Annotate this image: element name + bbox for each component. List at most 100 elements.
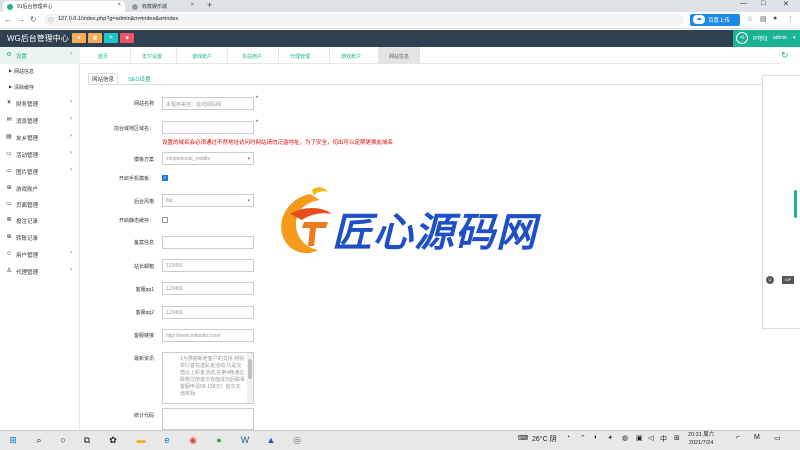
folder-icon[interactable]: ▬ — [134, 433, 148, 447]
static-cache-checkbox[interactable] — [162, 217, 168, 223]
sidebar-item-pages[interactable]: ▭ 页面管理 — [0, 196, 80, 213]
sidebar-item-agents[interactable]: ♙ 代理管理 › — [0, 263, 80, 280]
ime-mode-icon[interactable]: ⊞ — [674, 434, 680, 442]
sidebar-item-settings[interactable]: ⚙ 设置 › — [0, 47, 80, 64]
new-tab-icon[interactable]: + — [207, 0, 212, 10]
keyboard-icon[interactable]: ⌨ — [518, 434, 528, 442]
template-select[interactable]: simpleboots_mobile ▾ — [162, 152, 254, 165]
info-icon: ⓘ — [48, 19, 55, 25]
mobile-template-checkbox[interactable]: ✓ — [162, 175, 168, 181]
sidebar-item-finance[interactable]: ¥ 财务管理 › — [0, 95, 80, 112]
user-icon: ♙ — [6, 268, 12, 274]
tray-app-icon[interactable]: ◐ — [594, 434, 598, 441]
user-menu[interactable]: ⋖ IP地址 admin ▾ — [733, 30, 800, 47]
tab-agents[interactable]: 代理管理 — [290, 53, 310, 60]
refresh-icon[interactable]: ↻ — [781, 50, 789, 61]
style-select[interactable]: flat ▾ — [162, 194, 254, 207]
sidebar-item-label: 代理管理 — [16, 270, 39, 276]
star-button[interactable]: ★ — [72, 33, 86, 43]
volume-icon[interactable]: ◁ — [648, 434, 653, 442]
gamepad-icon: ⊕ — [6, 185, 12, 191]
sidebar-item-label: 活动管理 — [16, 153, 39, 159]
baidu-upload-button[interactable]: ☁ 百度上传 — [690, 14, 740, 26]
tray-chevron-icon[interactable]: ⌃ — [580, 434, 586, 442]
email-input[interactable]: 123456 — [162, 259, 254, 272]
gif-icon[interactable]: GIF — [782, 276, 794, 284]
word-icon[interactable]: W — [238, 433, 252, 447]
browser-menu-icon[interactable]: ⋮ — [787, 15, 794, 23]
profile-icon[interactable]: ● — [773, 15, 777, 22]
subtab-site-info[interactable]: 网站信息 — [92, 75, 114, 83]
tab-game-accounts-2[interactable]: 游戏账户 — [341, 53, 361, 60]
app-icon[interactable]: ▲ — [264, 433, 278, 447]
style-value: flat — [166, 198, 173, 204]
template-label: 模板方案 — [133, 157, 154, 163]
stats-textarea[interactable] — [162, 408, 254, 430]
tray-app-icon[interactable]: ◍ — [622, 434, 628, 442]
sidebar-item-clear-cache[interactable]: ▶ 清除缓存 — [0, 80, 80, 95]
browser-tab-admin[interactable]: 91后台管理中心 × — [3, 1, 125, 12]
sidebar-item-site-info[interactable]: ▶ 网站信息 — [0, 64, 80, 79]
notification-icon[interactable]: ▭ — [774, 434, 781, 442]
textarea-scrollbar[interactable] — [247, 353, 253, 403]
delete-button[interactable]: ■ — [120, 33, 134, 43]
sidebar-item-activities[interactable]: ▭ 活动管理 › — [0, 146, 80, 163]
tab-close-icon[interactable]: × — [190, 2, 194, 8]
app-icon[interactable]: ✿ — [106, 433, 120, 447]
chevron-right-icon: › — [70, 167, 72, 173]
tray-app-icon[interactable]: ◕ — [608, 434, 612, 441]
qq1-input[interactable]: 123456 — [162, 282, 254, 295]
stats-label: 统计代码 — [133, 413, 154, 419]
edge-icon[interactable]: e — [160, 433, 174, 447]
tray-app-icon[interactable]: ⌐ — [736, 434, 740, 441]
minimize-icon[interactable]: — — [740, 0, 747, 7]
tab-home[interactable]: 首页 — [98, 53, 108, 60]
sidebar-item-images[interactable]: ▭ 图片管理 › — [0, 163, 80, 180]
forward-icon[interactable]: → — [17, 15, 25, 24]
network-icon[interactable]: ▣ — [636, 434, 643, 442]
wifi-icon[interactable]: ◔ — [566, 434, 570, 441]
grid-button[interactable]: ▦ — [88, 33, 102, 43]
back-icon[interactable]: ← — [4, 15, 12, 24]
panel-scroll-indicator[interactable] — [794, 190, 797, 218]
star-icon[interactable]: ☆ — [747, 15, 753, 23]
close-window-icon[interactable]: ✕ — [783, 0, 789, 8]
app-icon[interactable]: ◎ — [290, 433, 304, 447]
tab-site-users[interactable]: 本站用户 — [242, 53, 262, 60]
sidebar-item-transfers[interactable]: ⊕ 转账记录 — [0, 229, 80, 246]
weather-text[interactable]: 26°C 阴 — [532, 434, 557, 444]
edit-button[interactable]: ✎ — [104, 33, 118, 43]
emoji-icon[interactable]: ☺ — [766, 276, 774, 284]
cortana-icon[interactable]: ○ — [56, 433, 70, 447]
sidebar-item-bets[interactable]: ≣ 投注记录 — [0, 212, 80, 229]
url-input[interactable]: ⓘ 127.0.0.1/index.php?g=admin&m=index&a=… — [44, 14, 684, 26]
subtab-seo[interactable]: SEO设置 — [128, 75, 151, 83]
record-input[interactable] — [162, 236, 254, 249]
sidebar-item-users[interactable]: ☺ 用户管理 › — [0, 246, 80, 263]
sidebar-item-friends[interactable]: ▤ 友乡管理 › — [0, 129, 80, 146]
tab-game-accounts[interactable]: 游戏账户 — [192, 53, 212, 60]
sidebar-item-messages[interactable]: ✉ 消息管理 › — [0, 112, 80, 129]
reload-icon[interactable]: ↻ — [30, 15, 37, 24]
collection-icon[interactable]: ▤ — [760, 15, 767, 23]
link-input[interactable]: http://www.mitaobo.com/ — [162, 329, 254, 342]
qq2-input[interactable]: 123456 — [162, 306, 254, 319]
news-textarea[interactable]: 1为感谢新老客户的支持,特别举行首充送彩金活动.凡是充值以上彩金活动,在第4晚通… — [162, 352, 254, 404]
domain-input[interactable] — [162, 121, 254, 134]
tab-close-icon[interactable]: × — [117, 2, 121, 8]
sidebar-item-game-accounts[interactable]: ⊕ 游戏账户 — [0, 180, 80, 197]
browser-tab-casino[interactable]: 收款娱乐城 × — [128, 1, 198, 12]
tray-app-icon[interactable]: M — [754, 434, 760, 441]
wechat-icon[interactable]: ● — [212, 433, 226, 447]
ime-text[interactable]: 中 — [660, 434, 667, 444]
task-view-icon[interactable]: ⧉ — [80, 433, 94, 447]
chrome-icon[interactable]: ◉ — [186, 433, 200, 447]
maximize-icon[interactable]: □ — [761, 0, 765, 7]
windows-start-icon[interactable]: ⊞ — [6, 433, 20, 447]
chevron-right-icon: › — [70, 133, 72, 139]
tab-site-info[interactable]: 网站信息 — [389, 53, 409, 60]
search-icon[interactable]: ⌕ — [32, 433, 46, 447]
site-name-input[interactable]: 本程序来自：蓝线源码网 — [162, 97, 254, 110]
clock[interactable]: 20:31 周六 2021/7/24 — [688, 431, 714, 447]
tab-payment[interactable]: 支付设置 — [142, 53, 162, 60]
